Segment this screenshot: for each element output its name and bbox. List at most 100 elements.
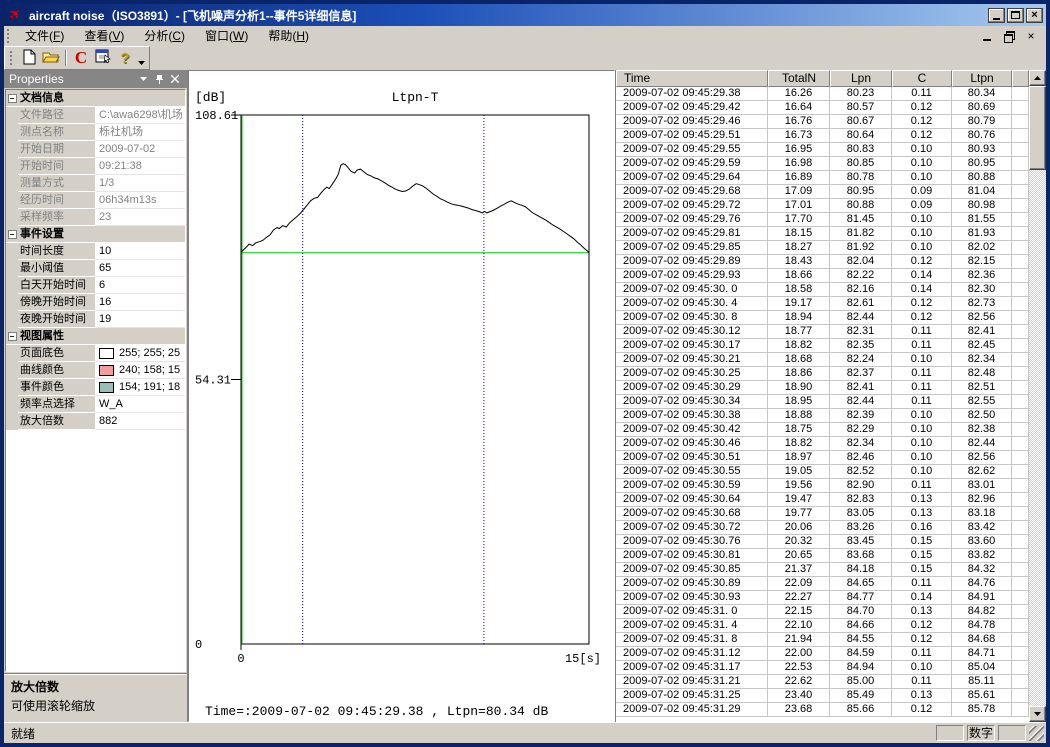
properties-button[interactable] [92,48,114,68]
column-header-ltpn[interactable]: Ltpn [952,70,1012,87]
property-value[interactable]: 240; 158; 15 [96,362,185,379]
table-row[interactable]: 2009-07-02 09:45:31. 022.1584.700.1384.8… [616,605,1029,619]
table-row[interactable]: 2009-07-02 09:45:30.5919.5682.900.1183.0… [616,479,1029,493]
mdi-restore-button[interactable] [1002,30,1016,42]
table-row[interactable]: 2009-07-02 09:45:29.8118.1581.820.1081.9… [616,227,1029,241]
toolbar-overflow-button[interactable] [136,47,147,69]
section-header-2[interactable]: −视图属性 [6,328,185,345]
mdi-minimize-button[interactable] [980,30,994,42]
collapse-box[interactable]: − [8,332,17,341]
menu-item-2[interactable]: 分析(C) [134,25,195,46]
table-row[interactable]: 2009-07-02 09:45:30.1718.8282.350.1182.4… [616,339,1029,353]
property-value[interactable]: 栎社机场 [96,124,185,141]
table-row[interactable]: 2009-07-02 09:45:30.3818.8882.390.1082.5… [616,409,1029,423]
property-value[interactable]: 06h34m13s [96,192,185,209]
toolbar-grip[interactable] [10,51,15,65]
table-row[interactable]: 2009-07-02 09:45:29.8518.2781.920.1082.0… [616,241,1029,255]
table-row[interactable]: 2009-07-02 09:45:31.2523.4085.490.1385.6… [616,689,1029,703]
table-row[interactable]: 2009-07-02 09:45:31. 821.9484.550.1284.6… [616,633,1029,647]
table-row[interactable]: 2009-07-02 09:45:29.3816.2680.230.1180.3… [616,87,1029,101]
section-header-0[interactable]: −文档信息 [6,90,185,107]
property-value[interactable]: 23 [96,209,185,226]
column-header-time[interactable]: Time [616,70,768,87]
scroll-up-button[interactable] [1029,70,1046,86]
menubar-grip[interactable] [7,29,12,43]
table-row[interactable]: 2009-07-02 09:45:30.1218.7782.310.1182.4… [616,325,1029,339]
property-value[interactable]: 2009-07-02 [96,141,185,158]
panel-close-button[interactable] [168,73,182,85]
maximize-button[interactable] [1007,8,1024,23]
table-row[interactable]: 2009-07-02 09:45:30.6419.4782.830.1382.9… [616,493,1029,507]
table-row[interactable]: 2009-07-02 09:45:29.7217.0180.880.0980.9… [616,199,1029,213]
c-analysis-button[interactable]: C [70,48,92,68]
table-row[interactable]: 2009-07-02 09:45:30.7220.0683.260.1683.4… [616,521,1029,535]
panel-pin-button[interactable] [152,73,166,85]
open-file-button[interactable] [40,48,62,68]
table-row[interactable]: 2009-07-02 09:45:29.4616.7680.670.1280.7… [616,115,1029,129]
column-header-c[interactable]: C [892,70,952,87]
table-row[interactable]: 2009-07-02 09:45:31.2923.6885.660.1285.7… [616,703,1029,717]
table-row[interactable]: 2009-07-02 09:45:30. 818.9482.440.1282.5… [616,311,1029,325]
table-row[interactable]: 2009-07-02 09:45:30.4618.8282.340.1082.4… [616,437,1029,451]
ltpn-chart[interactable]: [dB]Ltpn-T054.31108.61015[s] [189,71,615,719]
table-row[interactable]: 2009-07-02 09:45:30.8922.0984.650.1184.7… [616,577,1029,591]
table-row[interactable]: 2009-07-02 09:45:30.6819.7783.050.1383.1… [616,507,1029,521]
table-row[interactable]: 2009-07-02 09:45:30. 018.5882.160.1482.3… [616,283,1029,297]
scrollbar-track[interactable] [1029,170,1046,706]
table-row[interactable]: 2009-07-02 09:45:29.5516.9580.830.1080.9… [616,143,1029,157]
table-row[interactable]: 2009-07-02 09:45:29.5916.9880.850.1080.9… [616,157,1029,171]
property-value[interactable]: 09:21:38 [96,158,185,175]
table-row[interactable]: 2009-07-02 09:45:31.1222.0084.590.1184.7… [616,647,1029,661]
table-scrollbar[interactable] [1029,70,1046,722]
property-value[interactable]: 6 [96,277,185,294]
table-row[interactable]: 2009-07-02 09:45:29.8918.4382.040.1282.1… [616,255,1029,269]
property-value[interactable]: 65 [96,260,185,277]
property-value[interactable]: 882 [96,413,185,430]
table-row[interactable]: 2009-07-02 09:45:30.9322.2784.770.1484.9… [616,591,1029,605]
table-row[interactable]: 2009-07-02 09:45:30.3418.9582.440.1182.5… [616,395,1029,409]
property-value[interactable]: 154; 191; 18 [96,379,185,396]
menu-item-3[interactable]: 窗口(W) [195,25,258,46]
property-value[interactable]: 16 [96,294,185,311]
property-value[interactable]: 1/3 [96,175,185,192]
table-row[interactable]: 2009-07-02 09:45:30.2918.9082.410.1182.5… [616,381,1029,395]
table-row[interactable]: 2009-07-02 09:45:29.6817.0980.950.0981.0… [616,185,1029,199]
column-header-lpn[interactable]: Lpn [830,70,892,87]
column-header-totaln[interactable]: TotalN [768,70,830,87]
menu-item-0[interactable]: 文件(F) [15,25,74,46]
table-row[interactable]: 2009-07-02 09:45:30.8521.3784.180.1584.3… [616,563,1029,577]
help-button[interactable]: ? [114,48,136,68]
section-header-1[interactable]: −事件设置 [6,226,185,243]
table-row[interactable]: 2009-07-02 09:45:29.9318.6682.220.1482.3… [616,269,1029,283]
table-row[interactable]: 2009-07-02 09:45:29.6416.8980.780.1080.8… [616,171,1029,185]
table-row[interactable]: 2009-07-02 09:45:30.7620.3283.450.1583.6… [616,535,1029,549]
table-row[interactable]: 2009-07-02 09:45:29.7617.7081.450.1081.5… [616,213,1029,227]
close-button[interactable]: × [1026,8,1043,23]
table-row[interactable]: 2009-07-02 09:45:31.1722.5384.940.1085.0… [616,661,1029,675]
table-row[interactable]: 2009-07-02 09:45:29.5116.7380.640.1280.7… [616,129,1029,143]
collapse-box[interactable]: − [8,94,17,103]
table-row[interactable]: 2009-07-02 09:45:30. 419.1782.610.1282.7… [616,297,1029,311]
table-row[interactable]: 2009-07-02 09:45:30.2518.8682.370.1182.4… [616,367,1029,381]
table-row[interactable]: 2009-07-02 09:45:30.2118.6882.240.1082.3… [616,353,1029,367]
minimize-button[interactable] [988,8,1005,23]
menu-item-4[interactable]: 帮助(H) [258,25,319,46]
collapse-box[interactable]: − [8,230,17,239]
property-value[interactable]: W_A [96,396,185,413]
mdi-close-button[interactable]: × [1024,30,1038,42]
table-row[interactable]: 2009-07-02 09:45:30.5519.0582.520.1082.6… [616,465,1029,479]
property-value[interactable]: 255; 255; 25 [96,345,185,362]
resize-grip[interactable] [1029,726,1044,741]
table-row[interactable]: 2009-07-02 09:45:31.2122.6285.000.1185.1… [616,675,1029,689]
menu-item-1[interactable]: 查看(V) [74,25,134,46]
table-row[interactable]: 2009-07-02 09:45:30.5118.9782.460.1082.5… [616,451,1029,465]
table-row[interactable]: 2009-07-02 09:45:30.4218.7582.290.1082.3… [616,423,1029,437]
property-value[interactable]: C:\awa6298\机场 [96,107,185,124]
property-value[interactable]: 10 [96,243,185,260]
table-row[interactable]: 2009-07-02 09:45:31. 422.1084.660.1284.7… [616,619,1029,633]
table-row[interactable]: 2009-07-02 09:45:29.4216.6480.570.1280.6… [616,101,1029,115]
scrollbar-thumb[interactable] [1029,86,1046,170]
scroll-down-button[interactable] [1029,706,1046,722]
property-value[interactable]: 19 [96,311,185,328]
panel-menu-button[interactable] [136,73,150,85]
